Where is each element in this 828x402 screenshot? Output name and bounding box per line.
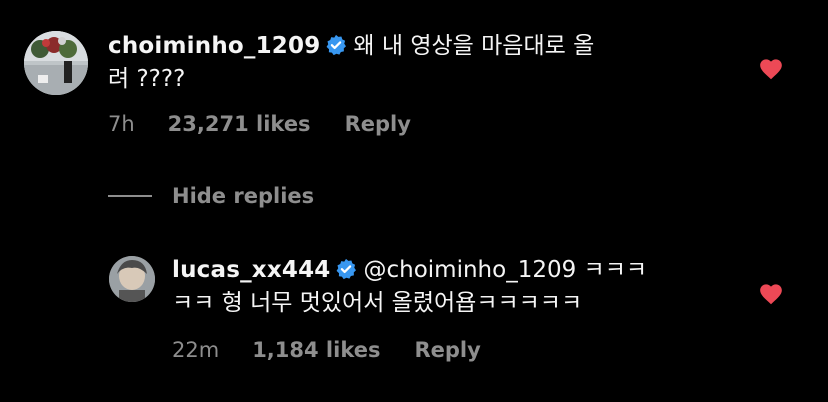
comment-meta: 7h 23,271 likes Reply bbox=[108, 112, 411, 136]
heart-icon[interactable] bbox=[758, 56, 784, 80]
comment-text: lucas_xx444 @choiminho_1209 ㅋㅋㅋ ㅋㅋ 형 너무 멋… bbox=[172, 254, 732, 320]
heart-icon[interactable] bbox=[758, 281, 784, 305]
avatar[interactable] bbox=[109, 256, 155, 302]
likes-count[interactable]: 23,271 likes bbox=[168, 112, 311, 136]
divider-line bbox=[108, 195, 152, 197]
hide-replies-button[interactable]: Hide replies bbox=[108, 184, 314, 208]
comment-time: 7h bbox=[108, 112, 135, 136]
verified-badge-icon bbox=[335, 258, 357, 280]
comment-body-line2: ㅋㅋ 형 너무 멋있어서 올렸어욥ㅋㅋㅋㅋㅋ bbox=[172, 290, 583, 316]
comment-time: 22m bbox=[172, 338, 220, 362]
avatar[interactable] bbox=[24, 31, 88, 95]
reply-button[interactable]: Reply bbox=[414, 338, 480, 362]
reply-button[interactable]: Reply bbox=[345, 112, 411, 136]
comment-text: choiminho_1209 왜 내 영상을 마음대로 올 려 ???? bbox=[108, 30, 668, 96]
comment-username[interactable]: choiminho_1209 bbox=[108, 33, 320, 59]
comment-body-line2: 려 ???? bbox=[108, 66, 186, 92]
likes-count[interactable]: 1,184 likes bbox=[252, 338, 380, 362]
verified-badge-icon bbox=[325, 34, 347, 56]
hide-replies-label: Hide replies bbox=[172, 184, 315, 208]
comment-meta: 22m 1,184 likes Reply bbox=[172, 338, 481, 362]
comment-body-line1: @choiminho_1209 ㅋㅋㅋ bbox=[363, 257, 648, 283]
comment-username[interactable]: lucas_xx444 bbox=[172, 257, 330, 283]
comment-body-line1: 왜 내 영상을 마음대로 올 bbox=[353, 33, 595, 59]
